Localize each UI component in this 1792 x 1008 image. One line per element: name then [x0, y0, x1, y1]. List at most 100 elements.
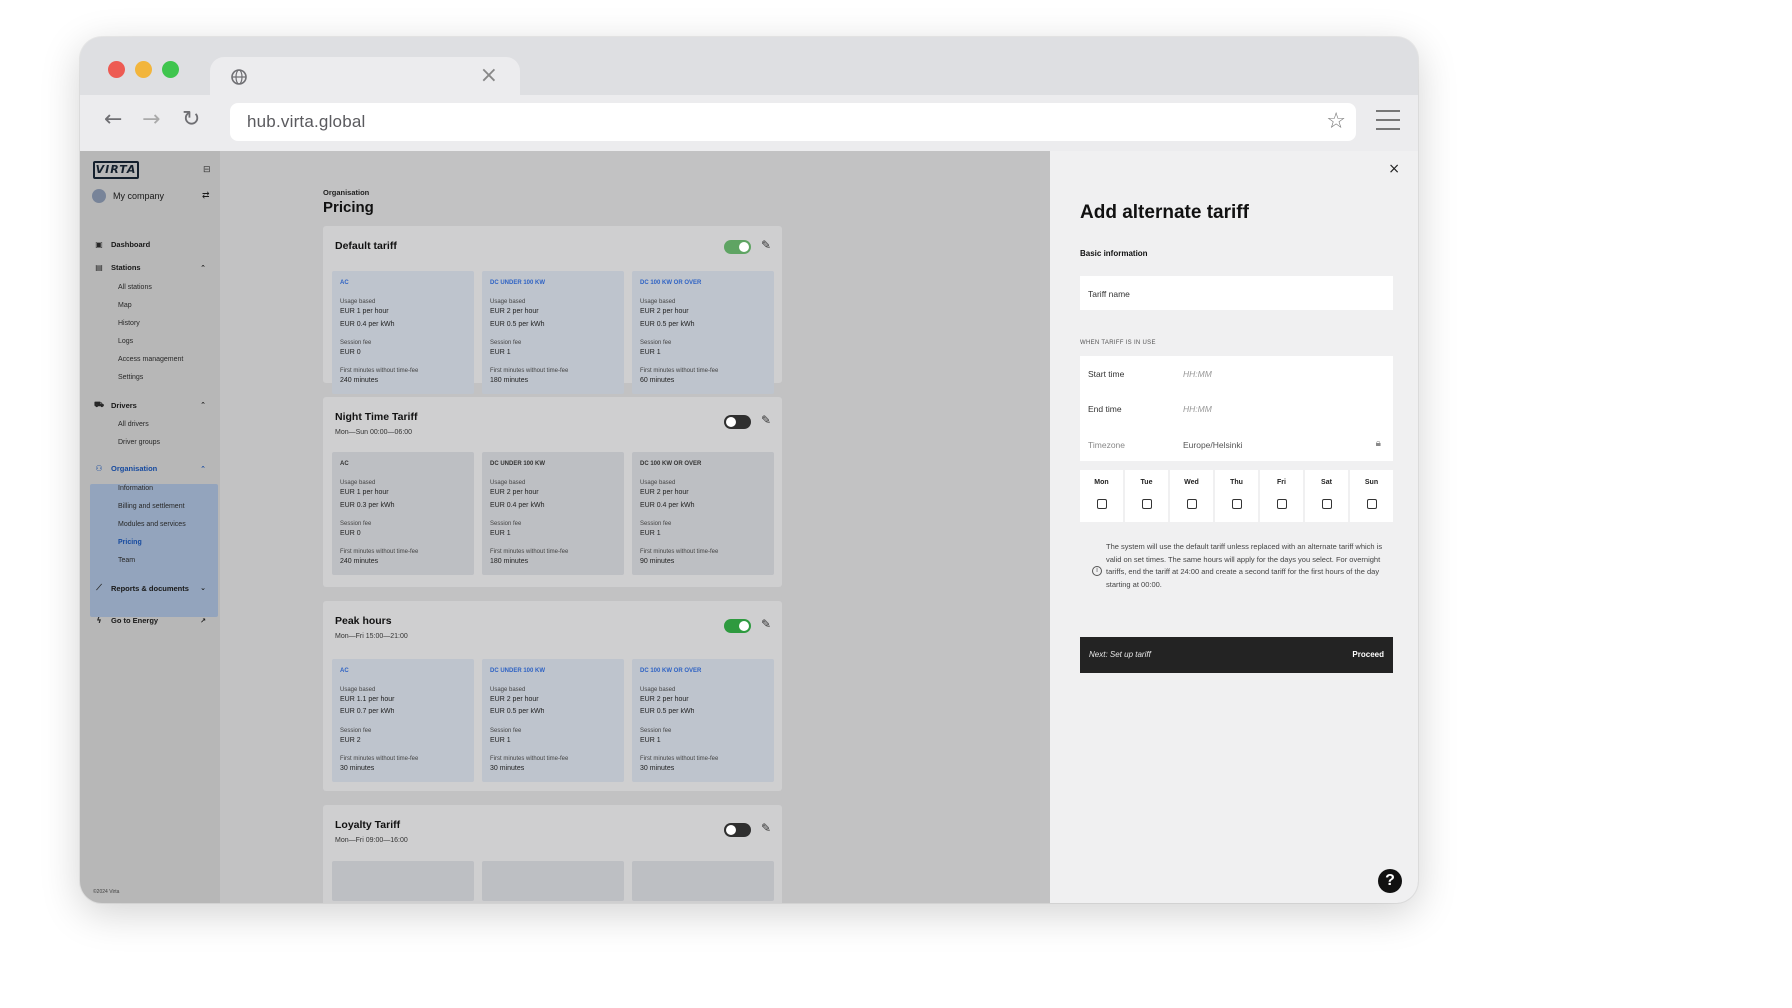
sidebar-sub-driver-groups[interactable]: Driver groups — [118, 439, 160, 446]
rate-value: EUR 1.1 per hour — [340, 696, 395, 703]
day-checkbox[interactable] — [1186, 499, 1197, 509]
tariff-name-placeholder: Tariff name — [1088, 289, 1130, 299]
day-checkbox[interactable] — [1366, 499, 1377, 509]
sidebar-sub-billing[interactable]: Billing and settlement — [118, 503, 185, 510]
day-wed[interactable]: Wed — [1170, 470, 1213, 522]
close-window-button[interactable] — [108, 61, 125, 78]
rate-grid — [332, 861, 774, 901]
browser-tab[interactable]: × — [210, 57, 520, 97]
day-checkbox[interactable] — [1276, 499, 1287, 509]
close-icon[interactable]: × — [1388, 161, 1400, 177]
rate-value: 180 minutes — [490, 377, 529, 384]
timezone-label: Timezone — [1088, 440, 1126, 450]
rate-card — [332, 861, 474, 901]
tab-close-icon[interactable]: × — [480, 63, 498, 88]
bookmark-star-icon[interactable]: ☆ — [1326, 109, 1346, 134]
sidebar-sub-team[interactable]: Team — [118, 557, 135, 564]
rate-type: AC — [340, 668, 349, 674]
switch-company-icon[interactable]: ⇄ — [202, 190, 210, 201]
rate-label: Session fee — [640, 728, 672, 734]
rate-value: 30 minutes — [490, 765, 525, 772]
rate-value: 240 minutes — [340, 377, 379, 384]
rate-value: EUR 1 — [490, 530, 511, 537]
sidebar-sub-logs[interactable]: Logs — [118, 338, 133, 345]
help-icon[interactable]: ? — [1378, 869, 1402, 893]
company-switcher[interactable]: My company ⇄ — [92, 189, 210, 203]
station-icon: ▤ — [95, 263, 103, 272]
day-checkbox[interactable] — [1321, 499, 1332, 509]
edit-pencil-icon[interactable]: ✎ — [761, 617, 771, 631]
rate-grid: AC Usage based EUR 1 per hour EUR 0.3 pe… — [332, 452, 774, 575]
rate-value: EUR 1 — [490, 349, 511, 356]
tariff-enabled-toggle[interactable] — [724, 415, 751, 429]
company-avatar — [92, 189, 106, 203]
reload-icon[interactable]: ↻ — [182, 107, 200, 132]
chevron-down-icon: ⌄ — [200, 584, 206, 592]
address-bar[interactable]: hub.virta.global ☆ — [230, 103, 1356, 141]
edit-pencil-icon[interactable]: ✎ — [761, 821, 771, 835]
day-fri[interactable]: Fri — [1260, 470, 1303, 522]
day-tue[interactable]: Tue — [1125, 470, 1168, 522]
minimize-window-button[interactable] — [135, 61, 152, 78]
rate-card-ac: AC Usage based EUR 1.1 per hour EUR 0.7 … — [332, 659, 474, 782]
rate-value: EUR 1 — [640, 737, 661, 744]
rate-type: AC — [340, 461, 349, 467]
proceed-button[interactable]: Proceed — [1352, 650, 1384, 659]
virta-logo[interactable]: VIRTA — [93, 161, 139, 179]
end-time-input[interactable]: HH:MM — [1183, 404, 1212, 414]
page-title: Pricing — [323, 199, 374, 216]
day-label: Thu — [1230, 479, 1243, 486]
lock-icon: 🔒︎ — [1375, 438, 1381, 449]
rate-label: Session fee — [340, 521, 372, 527]
tariff-enabled-toggle[interactable] — [724, 823, 751, 837]
rate-label: Usage based — [490, 299, 526, 305]
day-mon[interactable]: Mon — [1080, 470, 1123, 522]
start-time-label: Start time — [1088, 369, 1125, 379]
tariff-enabled-toggle[interactable] — [724, 240, 751, 254]
when-in-use-label: WHEN TARIFF IS IN USE — [1080, 340, 1156, 346]
sidebar-sub-information[interactable]: Information — [118, 485, 153, 492]
browser-menu-icon[interactable] — [1376, 110, 1400, 130]
sidebar-item-energy[interactable]: ϟ Go to Energy ↗ — [94, 616, 212, 625]
rate-value: EUR 1 — [490, 737, 511, 744]
edit-pencil-icon[interactable]: ✎ — [761, 238, 771, 252]
sidebar-sub-settings[interactable]: Settings — [118, 374, 143, 381]
maximize-window-button[interactable] — [162, 61, 179, 78]
globe-icon — [231, 69, 247, 85]
rate-value: EUR 0.5 per kWh — [490, 321, 545, 328]
sidebar-item-organisation[interactable]: ⚇ Organisation ⌃ — [94, 464, 212, 473]
proceed-bar[interactable]: Next: Set up tariff Proceed — [1080, 637, 1393, 673]
rate-type: DC UNDER 100 KW — [490, 280, 546, 286]
browser-titlebar: × — [80, 37, 1418, 97]
start-time-input[interactable]: HH:MM — [1183, 369, 1212, 379]
day-label: Tue — [1140, 479, 1153, 486]
sidebar-collapse-icon[interactable]: ⊟ — [203, 164, 211, 175]
tariff-enabled-toggle[interactable] — [724, 619, 751, 633]
sidebar-sub-modules[interactable]: Modules and services — [118, 521, 186, 528]
add-alternate-tariff-panel: × Add alternate tariff Basic information… — [1050, 151, 1418, 903]
day-sat[interactable]: Sat — [1305, 470, 1348, 522]
rate-label: First minutes without time-fee — [340, 368, 419, 374]
sidebar-item-reports[interactable]: ⟋ Reports & documents ⌄ — [94, 583, 212, 593]
sidebar-sub-all-drivers[interactable]: All drivers — [118, 421, 149, 428]
sidebar-item-dashboard[interactable]: ▣ Dashboard — [94, 240, 212, 249]
sidebar-sub-all-stations[interactable]: All stations — [118, 284, 152, 291]
rate-type: DC UNDER 100 KW — [490, 668, 546, 674]
url-text[interactable]: hub.virta.global — [247, 112, 366, 132]
day-checkbox[interactable] — [1231, 499, 1242, 509]
day-sun[interactable]: Sun — [1350, 470, 1393, 522]
sidebar-item-stations[interactable]: ▤ Stations ⌃ — [94, 263, 212, 272]
tariff-name-input[interactable]: Tariff name — [1080, 276, 1393, 310]
rate-card-dc-under: DC UNDER 100 KW Usage based EUR 2 per ho… — [482, 659, 624, 782]
day-checkbox[interactable] — [1141, 499, 1152, 509]
sidebar-sub-history[interactable]: History — [118, 320, 140, 327]
sidebar-sub-access-management[interactable]: Access management — [118, 356, 183, 363]
forward-arrow-icon[interactable]: → — [142, 107, 160, 132]
day-thu[interactable]: Thu — [1215, 470, 1258, 522]
sidebar-item-drivers[interactable]: ⛟ Drivers ⌃ — [94, 400, 212, 410]
sidebar-sub-pricing[interactable]: Pricing — [118, 539, 142, 546]
day-checkbox[interactable] — [1096, 499, 1107, 509]
edit-pencil-icon[interactable]: ✎ — [761, 413, 771, 427]
sidebar-sub-map[interactable]: Map — [118, 302, 132, 309]
back-arrow-icon[interactable]: ← — [104, 107, 122, 132]
